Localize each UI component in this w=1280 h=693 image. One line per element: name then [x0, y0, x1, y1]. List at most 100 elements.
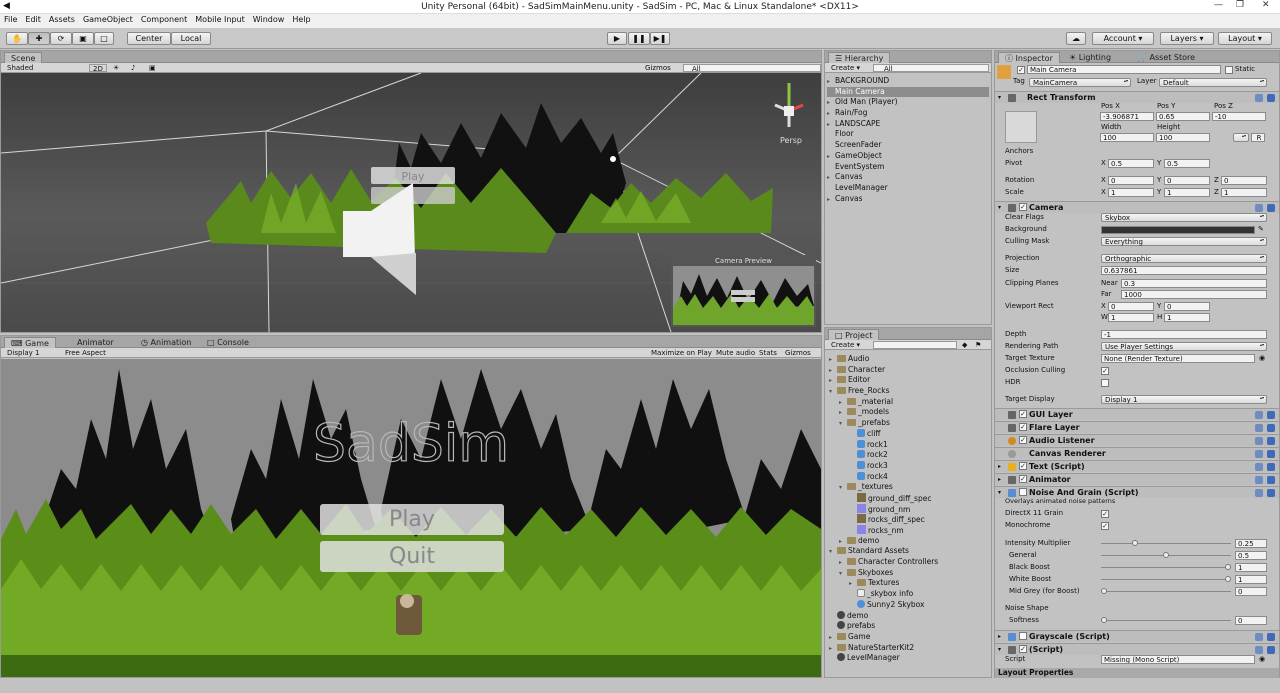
canvas-renderer-gear-icon[interactable] — [1267, 450, 1275, 458]
target-texture-field[interactable]: None (Render Texture) — [1101, 354, 1255, 363]
mute-audio-toggle[interactable]: Mute audio — [716, 349, 755, 357]
project-expand-icon[interactable]: ▾ — [829, 547, 837, 558]
softness-slider[interactable] — [1101, 615, 1231, 626]
white-boost-input[interactable]: 1 — [1235, 575, 1267, 584]
project-item[interactable]: rocks_diff_spec — [827, 514, 989, 525]
rendering-path-dropdown[interactable]: Use Player Settings — [1101, 342, 1267, 351]
culling-mask-dropdown[interactable]: Everything — [1101, 237, 1267, 246]
cloud-icon[interactable]: ☁ — [1066, 32, 1086, 45]
script-picker-icon[interactable]: ◉ — [1259, 654, 1265, 665]
hierarchy-item[interactable]: ▸ Canvas — [827, 194, 989, 205]
menu-mobile-input[interactable]: Mobile Input — [191, 14, 249, 25]
project-item[interactable]: demo — [827, 610, 989, 622]
grayscale-help-icon[interactable] — [1255, 633, 1263, 641]
black-boost-knob[interactable] — [1225, 564, 1231, 570]
hierarchy-item[interactable]: LevelManager — [827, 183, 989, 194]
project-item[interactable]: prefabs — [827, 621, 989, 632]
grayscale-checkbox[interactable] — [1019, 632, 1027, 640]
tab-project[interactable]: □ Project — [828, 329, 880, 340]
label-icon[interactable]: ⚑ — [975, 341, 981, 349]
menu-file[interactable]: File — [0, 14, 21, 25]
tab-console[interactable]: □ Console — [201, 337, 255, 348]
intensity-knob[interactable] — [1132, 540, 1138, 546]
project-item[interactable]: LevelManager — [827, 653, 989, 664]
project-item[interactable]: ▸ _material — [827, 397, 989, 408]
hierarchy-search-input[interactable]: All — [873, 64, 989, 73]
project-item[interactable]: ▸ Game — [827, 632, 989, 643]
project-item[interactable]: Sunny2 Skybox — [827, 599, 989, 611]
missing-help-icon[interactable] — [1255, 646, 1263, 654]
hierarchy-create-dropdown[interactable]: Create ▾ — [831, 64, 860, 72]
scale-y-input[interactable]: 1 — [1164, 188, 1210, 197]
maximize-on-play-toggle[interactable]: Maximize on Play — [651, 349, 712, 357]
mid-grey-knob[interactable] — [1101, 588, 1107, 594]
audio-listener-help-icon[interactable] — [1255, 437, 1263, 445]
tab-game[interactable]: ⌨ Game — [4, 337, 56, 348]
object-name-input[interactable]: Main Camera — [1027, 65, 1221, 74]
project-item[interactable]: rock3 — [827, 460, 989, 472]
animator-gear-icon[interactable] — [1267, 476, 1275, 484]
project-expand-icon[interactable]: ▾ — [839, 569, 847, 580]
tab-scene[interactable]: Scene — [4, 52, 43, 63]
audio-toggle-icon[interactable]: ♪ — [131, 64, 135, 72]
project-item[interactable]: ▸ Character Controllers — [827, 557, 989, 568]
scale-tool-icon[interactable]: ▣ — [72, 32, 94, 45]
project-item[interactable]: ground_nm — [827, 503, 989, 515]
mid-grey-slider[interactable] — [1101, 586, 1231, 597]
static-checkbox[interactable] — [1225, 66, 1233, 74]
rect-tool-icon[interactable]: □ — [94, 32, 114, 45]
general-knob[interactable] — [1163, 552, 1169, 558]
project-item[interactable]: ▾ _textures — [827, 482, 989, 493]
missing-script-header[interactable]: ▾ ✓ (Script) — [995, 643, 1279, 655]
flare-layer-checkbox[interactable]: ✓ — [1019, 423, 1027, 431]
layout-properties-bar[interactable]: Layout Properties — [995, 668, 1279, 678]
scale-z-input[interactable]: 1 — [1221, 188, 1267, 197]
flare-layer-header[interactable]: ✓ Flare Layer — [995, 421, 1279, 433]
softness-input[interactable]: 0 — [1235, 616, 1267, 625]
account-dropdown[interactable]: Account ▾ — [1092, 32, 1154, 45]
project-item[interactable]: rock1 — [827, 439, 989, 451]
black-boost-input[interactable]: 1 — [1235, 563, 1267, 572]
tab-asset-store[interactable]: 🛒 Asset Store — [1131, 52, 1201, 63]
project-item[interactable]: ▾ Free_Rocks — [827, 386, 989, 397]
project-item[interactable]: ▾ Standard Assets — [827, 546, 989, 557]
hand-tool-icon[interactable]: ✋ — [6, 32, 28, 45]
blueprint-button[interactable] — [1233, 133, 1249, 142]
canvas-renderer-help-icon[interactable] — [1255, 450, 1263, 458]
filter-icon[interactable]: ◆ — [962, 341, 967, 349]
gui-layer-gear-icon[interactable] — [1267, 411, 1275, 419]
general-slider[interactable] — [1101, 550, 1231, 561]
project-item[interactable]: ▸ Audio — [827, 354, 989, 365]
active-checkbox[interactable]: ✓ — [1017, 66, 1025, 74]
dx11-grain-checkbox[interactable]: ✓ — [1101, 510, 1109, 518]
text-script-header[interactable]: ▸ ✓ Text (Script) — [995, 460, 1279, 472]
rect-transform-header[interactable]: ▾ Rect Transform — [995, 91, 1279, 103]
viewport-x-input[interactable]: 0 — [1108, 302, 1154, 311]
layer-dropdown[interactable]: Default — [1159, 78, 1267, 87]
menu-edit[interactable]: Edit — [21, 14, 45, 25]
pivot-center-button[interactable]: Center — [127, 32, 171, 45]
noise-gear-icon[interactable] — [1267, 489, 1275, 497]
hierarchy-item[interactable]: ScreenFader — [827, 140, 989, 151]
minimize-icon[interactable]: — — [1214, 0, 1223, 10]
size-input[interactable]: 0.637861 — [1101, 266, 1267, 275]
stats-toggle[interactable]: Stats — [759, 349, 777, 357]
game-play-button[interactable]: Play — [320, 504, 504, 535]
general-input[interactable]: 0.5 — [1235, 551, 1267, 560]
lighting-toggle-icon[interactable]: ☀ — [113, 64, 119, 72]
hierarchy-item[interactable]: Main Camera — [827, 86, 989, 98]
pivot-y-input[interactable]: 0.5 — [1164, 159, 1210, 168]
hdr-checkbox[interactable] — [1101, 379, 1109, 387]
flare-layer-gear-icon[interactable] — [1267, 424, 1275, 432]
aspect-dropdown[interactable]: Free Aspect — [65, 349, 106, 357]
viewport-y-input[interactable]: 0 — [1164, 302, 1210, 311]
intensity-multiplier-slider[interactable] — [1101, 538, 1231, 549]
grayscale-gear-icon[interactable] — [1267, 633, 1275, 641]
hierarchy-item[interactable]: Floor — [827, 129, 989, 140]
shading-dropdown[interactable]: Shaded — [7, 64, 33, 72]
audio-listener-gear-icon[interactable] — [1267, 437, 1275, 445]
softness-knob[interactable] — [1101, 617, 1107, 623]
object-picker-icon[interactable]: ◉ — [1259, 353, 1265, 364]
project-expand-icon[interactable]: ▾ — [829, 387, 837, 398]
project-search-input[interactable] — [873, 341, 957, 349]
